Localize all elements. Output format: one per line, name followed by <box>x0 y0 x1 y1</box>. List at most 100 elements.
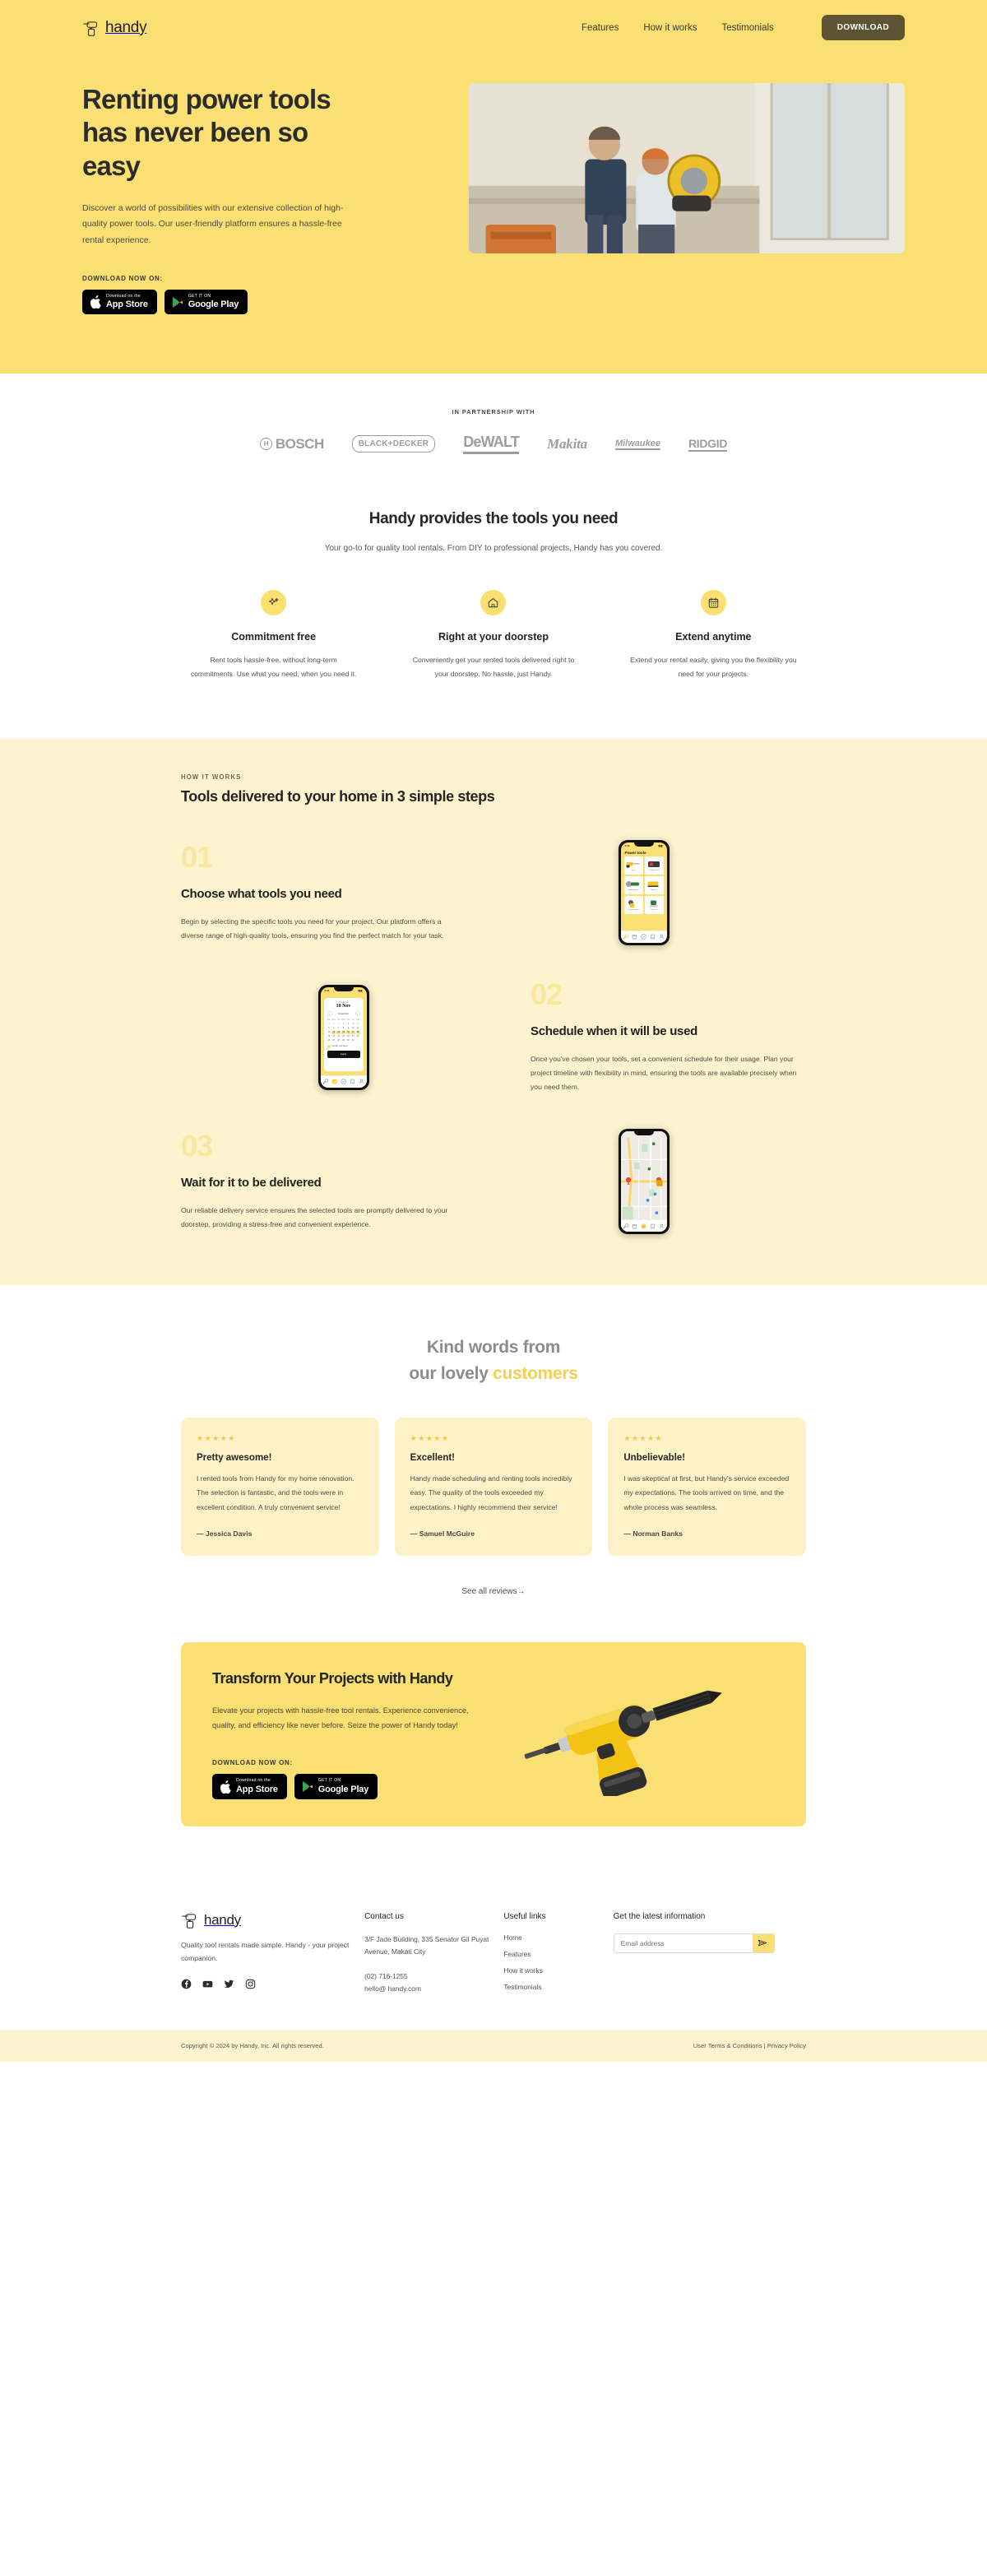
calendar-day[interactable]: 22 <box>341 1035 345 1038</box>
brand-logo[interactable]: handy <box>82 18 147 37</box>
newsletter-email-input[interactable] <box>614 1933 753 1952</box>
calendar-day[interactable]: 24 <box>351 1035 355 1038</box>
youtube-icon[interactable] <box>202 1979 213 1989</box>
calendar-day-selected[interactable]: 17 <box>350 1030 355 1034</box>
testimonial-text: I was skeptical at first, but Handy's se… <box>623 1474 790 1511</box>
calendar-day-selected[interactable]: 18 <box>355 1030 360 1034</box>
calendar-day[interactable]: 27 <box>331 1039 336 1042</box>
newsletter-submit-button[interactable] <box>752 1933 774 1952</box>
flexible-dates-checkbox[interactable] <box>327 1044 331 1048</box>
map-view[interactable] <box>620 1131 667 1232</box>
calendar-day[interactable]: 29 <box>331 1023 336 1026</box>
features-title: Handy provides the tools you need <box>368 510 619 528</box>
calendar-day[interactable]: 8 <box>341 1027 345 1030</box>
calendar-day-selected[interactable]: 15 <box>341 1030 345 1034</box>
flexible-dates-row[interactable]: Flexible with dates <box>327 1044 360 1048</box>
footer-link-testimonials[interactable]: Testimonials <box>503 1983 598 1991</box>
calendar-day[interactable]: 21 <box>336 1035 341 1038</box>
tool-card[interactable]: Saws <box>623 856 643 875</box>
wrench-icon[interactable] <box>622 934 628 940</box>
instagram-icon[interactable] <box>245 1979 256 1989</box>
calendar-day[interactable]: 20 <box>331 1035 336 1038</box>
nav-link-how-it-works[interactable]: How it works <box>643 23 697 33</box>
calendar-day[interactable]: 5 <box>327 1027 331 1030</box>
phone-status-icons: ▮▮▮ <box>658 843 663 847</box>
testimonials-title-line2: our lovely <box>409 1363 494 1383</box>
privacy-link[interactable]: Privacy Policy <box>767 2042 806 2049</box>
footer-link-features[interactable]: Features <box>503 1950 598 1958</box>
bookmark-icon[interactable] <box>650 1223 656 1229</box>
contact-phone[interactable]: (02) 716-1255 <box>364 1970 489 1983</box>
check-circle-icon[interactable] <box>641 934 646 940</box>
check-circle-icon[interactable] <box>641 1223 646 1229</box>
check-circle-icon[interactable] <box>341 1079 346 1084</box>
calendar-day[interactable]: 19 <box>327 1035 331 1038</box>
nav-link-testimonials[interactable]: Testimonials <box>722 23 774 33</box>
brand-name: handy <box>105 18 147 36</box>
calendar-icon[interactable] <box>632 934 637 940</box>
calendar-day[interactable]: 3 <box>351 1023 355 1026</box>
tool-card[interactable]: Sanders <box>644 875 664 894</box>
tool-card[interactable]: Cordless tools <box>644 856 664 875</box>
calendar-day[interactable]: 28 <box>327 1023 331 1026</box>
footer-logo[interactable]: handy <box>181 1912 350 1929</box>
google-play-button[interactable]: GET IT ON Google Play <box>294 1774 378 1799</box>
legal-links: User Terms & Conditions | Privacy Policy <box>693 2042 806 2049</box>
person-icon[interactable] <box>659 1223 665 1229</box>
calendar-next-button[interactable]: › <box>354 1010 360 1016</box>
calendar-day[interactable]: 29 <box>341 1039 345 1042</box>
calendar-day[interactable]: 30 <box>346 1039 350 1042</box>
footer-link-how-it-works[interactable]: How it works <box>503 1966 598 1975</box>
tool-card[interactable]: Cut-off grinders <box>623 895 643 914</box>
calendar-day[interactable]: 4 <box>356 1023 360 1026</box>
calendar-day[interactable]: 28 <box>336 1039 341 1042</box>
calendar-day[interactable]: 7 <box>336 1027 341 1030</box>
calendar-dow: Tue <box>336 1019 341 1021</box>
calendar-day[interactable]: 11 <box>356 1027 360 1030</box>
calendar-day-selected[interactable]: 14 <box>336 1030 341 1034</box>
calendar-day-selected[interactable]: 16 <box>345 1030 350 1034</box>
bookmark-icon[interactable] <box>350 1079 355 1084</box>
tool-card[interactable]: Routers <box>644 895 664 914</box>
wrench-icon[interactable] <box>322 1079 328 1084</box>
calendar-day[interactable]: 6 <box>331 1027 336 1030</box>
bookmark-icon[interactable] <box>650 934 656 940</box>
calendar-day[interactable]: 26 <box>327 1039 331 1042</box>
calendar-prev-button[interactable]: ‹ <box>327 1010 332 1016</box>
phone-mockup-map: 9:41 ▮▮▮ <box>618 1129 670 1235</box>
calendar-day[interactable]: 10 <box>351 1027 355 1030</box>
calendar-apply-button[interactable]: Apply <box>327 1050 360 1058</box>
calendar-icon[interactable] <box>331 1079 337 1084</box>
wrench-icon[interactable] <box>622 1223 628 1229</box>
person-icon[interactable] <box>359 1079 364 1084</box>
terms-link[interactable]: User Terms & Conditions <box>693 2042 762 2049</box>
google-play-big: Google Play <box>317 1784 369 1794</box>
calendar-icon[interactable] <box>632 1223 637 1229</box>
see-all-reviews-link[interactable]: See all reviews→ <box>181 1587 806 1596</box>
testimonial-cards: ★★★★★ Pretty awesome! I rented tools fro… <box>181 1418 807 1556</box>
calendar-day[interactable]: 25 <box>356 1035 360 1038</box>
twitter-icon[interactable] <box>224 1979 234 1989</box>
nav-link-features[interactable]: Features <box>582 23 619 33</box>
person-icon[interactable] <box>659 934 665 940</box>
house-icon <box>480 590 507 616</box>
calendar-day[interactable]: 12 <box>327 1031 331 1034</box>
calendar-day[interactable]: 1 <box>356 1039 360 1042</box>
calendar-day[interactable]: 2 <box>346 1023 350 1026</box>
calendar-day[interactable]: 23 <box>346 1035 350 1038</box>
calendar-day[interactable]: 1 <box>341 1023 345 1026</box>
calendar-day-selected[interactable]: 13 <box>331 1030 336 1034</box>
calendar-day[interactable]: 30 <box>336 1023 341 1026</box>
app-store-button[interactable]: Download on the App Store <box>212 1774 287 1799</box>
google-play-button[interactable]: GET IT ON Google Play <box>164 290 248 315</box>
facebook-icon[interactable] <box>181 1979 192 1989</box>
app-store-button[interactable]: Download on the App Store <box>82 290 157 315</box>
calendar-day[interactable]: 9 <box>346 1027 350 1030</box>
app-store-big: App Store <box>106 299 148 310</box>
footer-link-home[interactable]: Home <box>503 1933 598 1942</box>
download-button[interactable]: DOWNLOAD <box>821 15 905 40</box>
contact-email[interactable]: hello@ handy.com <box>364 1983 489 1995</box>
useful-links-list: Home Features How it works Testimonials <box>503 1933 598 1991</box>
calendar-day[interactable]: 31 <box>351 1039 355 1042</box>
tool-card[interactable]: Angle grinders <box>623 875 643 894</box>
